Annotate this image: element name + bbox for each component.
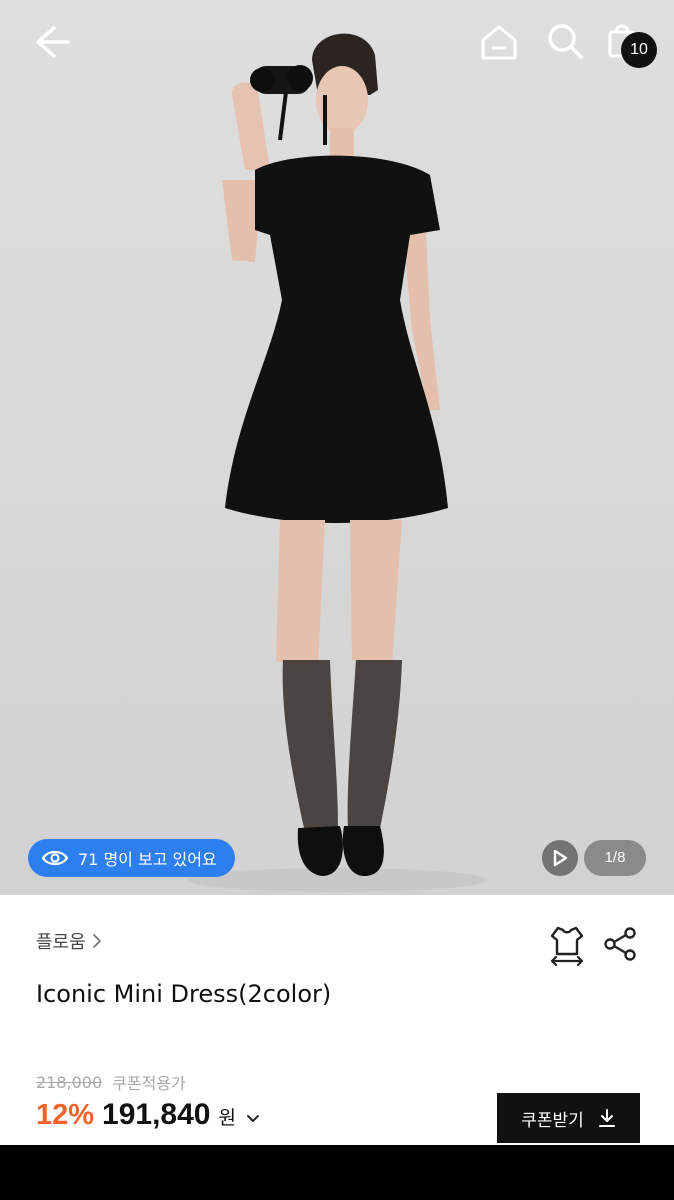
price-row[interactable]: 12% 191,840 원 [36,1098,260,1132]
chevron-down-icon[interactable] [246,1114,260,1124]
size-guide-icon[interactable] [548,924,586,966]
get-coupon-button[interactable]: 쿠폰받기 [497,1093,640,1143]
image-page-indicator: 1/8 [584,840,646,876]
bottom-bar [0,1145,674,1200]
brand-name: 플로움 [36,932,86,953]
search-icon[interactable] [544,20,586,62]
cart-count-badge: 10 [621,32,657,68]
chevron-right-icon [92,934,101,948]
live-viewers-text: 71 명이 보고 있어요 [78,850,217,869]
play-icon [553,849,568,867]
original-price: 218,000 [36,1072,103,1092]
coupon-price-label: 쿠폰적용가 [112,1074,186,1093]
product-image-gallery[interactable]: 10 71 명이 보고 있어요 1/8 [0,0,674,895]
original-price-row: 218,000 쿠폰적용가 [36,1070,186,1094]
currency-label: 원 [218,1107,236,1129]
get-coupon-label: 쿠폰받기 [521,1110,584,1131]
eye-icon [42,850,68,866]
product-photo [187,33,487,892]
download-icon [598,1109,615,1127]
top-bar: 10 [0,0,674,90]
discount-rate: 12% [36,1099,95,1131]
product-info-panel: 플로움 Iconic Mini Dress(2color) 218,000 쿠폰… [0,895,674,1145]
sale-price: 191,840 [102,1098,211,1131]
brand-link[interactable]: 플로움 [36,928,102,954]
share-icon[interactable] [602,926,638,962]
play-video-button[interactable] [542,840,578,876]
arrow-left-icon[interactable] [30,22,74,62]
home-icon[interactable] [478,22,520,62]
live-viewers-badge: 71 명이 보고 있어요 [28,839,235,877]
product-title: Iconic Mini Dress(2color) [36,980,332,1008]
